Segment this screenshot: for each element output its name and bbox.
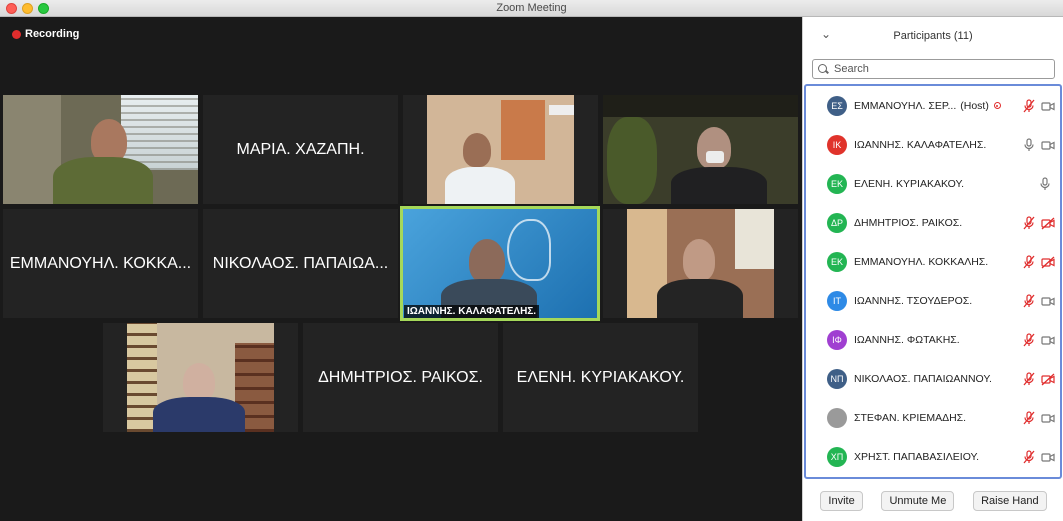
participant-row[interactable]: ΣΤΕΦΑΝ. ΚΡΙΕΜΑΔΗΣ. xyxy=(806,398,1060,437)
avatar xyxy=(827,407,847,428)
video-off-icon xyxy=(1041,255,1055,269)
participant-row[interactable]: ΙΦ ΙΩΑΝΝΗΣ. ΦΩΤΑΚΗΣ. xyxy=(806,320,1060,359)
participant-video xyxy=(403,209,597,318)
avatar: ΕΚ xyxy=(827,173,847,194)
participant-name: ΙΩΑΝΝΗΣ. ΚΑΛΑΦΑΤΕΛΗΣ. xyxy=(854,138,987,151)
video-off-icon xyxy=(1041,372,1055,386)
participant-name: ΔΗΜΗΤΡΙΟΣ. ΡΑΙΚΟΣ. xyxy=(854,216,963,229)
video-camera-icon xyxy=(1041,294,1055,308)
participant-name: ΕΜΜΑΝΟΥΗΛ. ΚΟΚΚΑ... xyxy=(9,254,192,272)
active-speaker-caption: ΙΩΑΝΝΗΣ. ΚΑΛΑΦΑΤΕΛΗΣ. xyxy=(404,305,540,318)
participant-video xyxy=(427,95,574,204)
search-icon xyxy=(817,63,829,75)
participant-name: ΝΙΚΟΛΑΟΣ. ΠΑΠΑΙΩΑΝΝΟΥ. xyxy=(854,372,992,385)
panel-footer: Invite Unmute Me Raise Hand xyxy=(803,481,1063,521)
recording-dot-icon xyxy=(12,29,21,39)
participant-video xyxy=(3,95,198,204)
participants-list[interactable]: ΕΣ ΕΜΜΑΝΟΥΗΛ. ΣΕΡ... (Host) ΙΚ ΙΩΑΝΝΗΣ. ΚΑΛΑ… xyxy=(804,84,1062,479)
participant-row[interactable]: ΕΣ ΕΜΜΑΝΟΥΗΛ. ΣΕΡ... (Host) xyxy=(806,86,1060,125)
window-title: Zoom Meeting xyxy=(496,2,567,14)
invite-button[interactable]: Invite xyxy=(820,491,863,511)
panel-header: ⌄ Participants (11) xyxy=(803,17,1063,54)
participant-row[interactable]: ΝΠ ΝΙΚΟΛΑΟΣ. ΠΑΠΑΙΩΑΝΝΟΥ. xyxy=(806,359,1060,398)
avatar: ΕΣ xyxy=(827,95,847,116)
microphone-icon xyxy=(1022,138,1036,152)
video-tile[interactable]: ΔΗΜΗΤΡΙΟΣ. ΡΑΙΚΟΣ. xyxy=(303,323,498,432)
panel-title: Participants (11) xyxy=(893,29,973,42)
avatar: ΙΤ xyxy=(827,290,847,311)
participant-name: ΧΡΗΣΤ. ΠΑΠΑΒΑΣΙΛΕΙΟΥ. xyxy=(854,450,980,463)
participant-name: ΕΛΕΝΗ. ΚΥΡΙΑΚΑΚΟΥ. xyxy=(854,177,965,190)
video-camera-icon xyxy=(1041,333,1055,347)
microphone-muted-icon xyxy=(1022,372,1036,386)
participant-name: ΙΩΑΝΝΗΣ. ΦΩΤΑΚΗΣ. xyxy=(854,333,960,346)
participant-name: ΕΛΕΝΗ. ΚΥΡΙΑΚΑΚΟΥ. xyxy=(516,368,685,386)
window-titlebar: Zoom Meeting xyxy=(0,0,1063,17)
participant-name: ΝΙΚΟΛΑΟΣ. ΠΑΠΑΙΩΑ... xyxy=(212,254,389,272)
video-tile[interactable] xyxy=(603,209,798,318)
search-input[interactable]: Search xyxy=(812,59,1055,79)
video-camera-icon xyxy=(1041,450,1055,464)
microphone-icon xyxy=(1038,177,1052,191)
video-tile[interactable]: ΕΜΜΑΝΟΥΗΛ. ΚΟΚΚΑ... xyxy=(3,209,198,318)
avatar: ΕΚ xyxy=(827,251,847,272)
participant-name: ΕΜΜΑΝΟΥΗΛ. ΣΕΡ... xyxy=(854,99,957,112)
video-tile[interactable] xyxy=(403,95,598,204)
participant-row[interactable]: ΧΠ ΧΡΗΣΤ. ΠΑΠΑΒΑΣΙΛΕΙΟΥ. xyxy=(806,437,1060,476)
video-camera-icon xyxy=(1041,99,1055,113)
recording-indicator: Recording xyxy=(12,28,79,40)
microphone-muted-icon xyxy=(1022,411,1036,425)
avatar: ΔΡ xyxy=(827,212,847,233)
microphone-muted-icon xyxy=(1022,99,1036,113)
avatar: ΧΠ xyxy=(827,446,847,467)
participant-row[interactable]: ΔΡ ΔΗΜΗΤΡΙΟΣ. ΡΑΙΚΟΣ. xyxy=(806,203,1060,242)
chevron-down-icon[interactable]: ⌄ xyxy=(821,27,831,41)
raise-hand-button[interactable]: Raise Hand xyxy=(973,491,1047,511)
avatar: ΙΚ xyxy=(827,134,847,155)
microphone-muted-icon xyxy=(1022,216,1036,230)
video-camera-icon xyxy=(1041,411,1055,425)
recording-label: Recording xyxy=(25,28,80,40)
video-tile[interactable]: ΜΑΡΙΑ. ΧΑΖΑΠΗ. xyxy=(203,95,398,204)
participant-row[interactable]: ΙΤ ΙΩΑΝΝΗΣ. ΤΣΟΥΔΕΡΟΣ. xyxy=(806,281,1060,320)
host-label: (Host) xyxy=(960,99,989,112)
active-speaker-tile[interactable]: ΙΩΑΝΝΗΣ. ΚΑΛΑΦΑΤΕΛΗΣ. xyxy=(400,206,600,321)
microphone-muted-icon xyxy=(1022,255,1036,269)
avatar: ΝΠ xyxy=(827,368,847,389)
meeting-gallery: Recording ΜΑΡΙΑ. ΧΑΖΑΠΗ. ΕΜΜΑΝΟΥΗΛ. ΚΟΚΚ… xyxy=(0,17,802,521)
video-tile[interactable]: ΕΛΕΝΗ. ΚΥΡΙΑΚΑΚΟΥ. xyxy=(503,323,698,432)
participant-name: ΕΜΜΑΝΟΥΗΛ. ΚΟΚΚΑΛΗΣ. xyxy=(854,255,989,268)
video-tile[interactable] xyxy=(3,95,198,204)
video-tile[interactable] xyxy=(103,323,298,432)
participant-name: ΜΑΡΙΑ. ΧΑΖΑΠΗ. xyxy=(236,140,365,158)
microphone-muted-icon xyxy=(1022,294,1036,308)
video-tile[interactable] xyxy=(603,95,798,204)
avatar: ΙΦ xyxy=(827,329,847,350)
participant-row[interactable]: ΕΚ ΕΜΜΑΝΟΥΗΛ. ΚΟΚΚΑΛΗΣ. xyxy=(806,242,1060,281)
participant-name: ΙΩΑΝΝΗΣ. ΤΣΟΥΔΕΡΟΣ. xyxy=(854,294,973,307)
participant-video xyxy=(127,323,274,432)
video-camera-icon xyxy=(1041,138,1055,152)
recording-icon xyxy=(993,102,1001,109)
video-tile[interactable]: ΝΙΚΟΛΑΟΣ. ΠΑΠΑΙΩΑ... xyxy=(203,209,398,318)
participant-name: ΣΤΕΦΑΝ. ΚΡΙΕΜΑΔΗΣ. xyxy=(854,411,967,424)
unmute-me-button[interactable]: Unmute Me xyxy=(881,491,955,511)
video-off-icon xyxy=(1041,216,1055,230)
participant-name: ΔΗΜΗΤΡΙΟΣ. ΡΑΙΚΟΣ. xyxy=(318,368,483,386)
microphone-muted-icon xyxy=(1022,333,1036,347)
participant-row[interactable]: ΕΚ ΕΛΕΝΗ. ΚΥΡΙΑΚΑΚΟΥ. xyxy=(806,164,1060,203)
participants-panel: ⌄ Participants (11) Search ΕΣ ΕΜΜΑΝΟΥΗΛ. … xyxy=(802,17,1063,521)
participant-video xyxy=(627,209,774,318)
participant-video xyxy=(603,95,798,204)
search-placeholder: Search xyxy=(834,63,869,75)
microphone-muted-icon xyxy=(1022,450,1036,464)
participant-row[interactable]: ΙΚ ΙΩΑΝΝΗΣ. ΚΑΛΑΦΑΤΕΛΗΣ. xyxy=(806,125,1060,164)
